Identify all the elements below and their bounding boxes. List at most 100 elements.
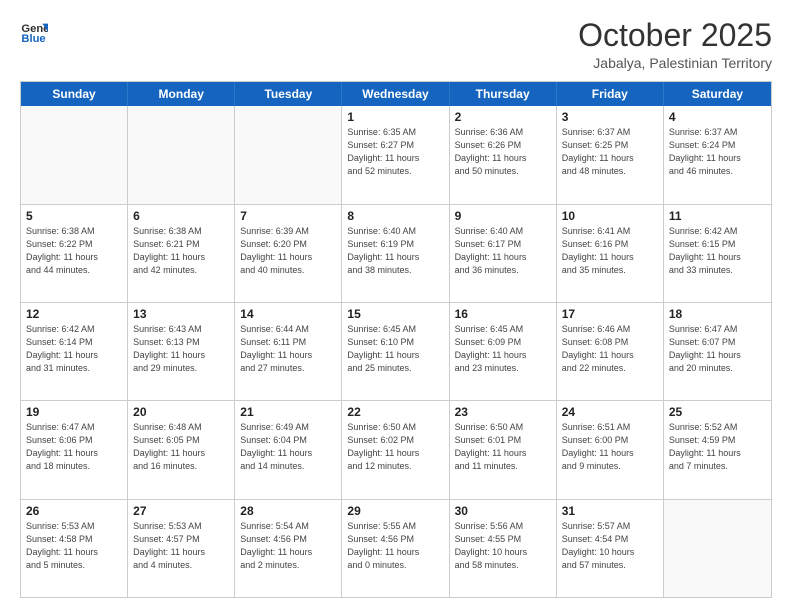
title-block: October 2025 Jabalya, Palestinian Territ… <box>578 18 772 71</box>
day-info: Sunrise: 6:51 AM Sunset: 6:00 PM Dayligh… <box>562 421 658 473</box>
day-number: 15 <box>347 307 443 321</box>
day-cell-18: 18Sunrise: 6:47 AM Sunset: 6:07 PM Dayli… <box>664 303 771 400</box>
day-number: 30 <box>455 504 551 518</box>
weekday-header-tuesday: Tuesday <box>235 82 342 106</box>
day-number: 12 <box>26 307 122 321</box>
empty-cell-4-6 <box>664 500 771 597</box>
weekday-header-monday: Monday <box>128 82 235 106</box>
day-cell-15: 15 Sunrise: 6:45 AM Sunset: 6:10 PM Dayli… <box>342 303 449 400</box>
calendar-body: 1Sunrise: 6:35 AM Sunset: 6:27 PM Daylig… <box>21 106 771 597</box>
calendar: SundayMondayTuesdayWednesdayThursdayFrid… <box>20 81 772 598</box>
day-number: 25 <box>669 405 766 419</box>
day-number: 19 <box>26 405 122 419</box>
day-info: Sunrise: 5:55 AM Sunset: 4:56 PM Dayligh… <box>347 520 443 572</box>
day-info: Sunrise: 5:52 AM Sunset: 4:59 PM Dayligh… <box>669 421 766 473</box>
day-number: 11 <box>669 209 766 223</box>
day-info: Sunrise: 6:37 AM Sunset: 6:24 PM Dayligh… <box>669 126 766 178</box>
day-number: 14 <box>240 307 336 321</box>
day-cell-30: 30 Sunrise: 5:56 AM Sunset: 4:55 PM Dayli… <box>450 500 557 597</box>
day-number: 6 <box>133 209 229 223</box>
day-number: 3 <box>562 110 658 124</box>
day-cell-21: 21 Sunrise: 6:49 AM Sunset: 6:04 PM Dayli… <box>235 401 342 498</box>
day-info: Sunrise: 6:49 AM Sunset: 6:04 PM Dayligh… <box>240 421 336 473</box>
calendar-row-3: 19 Sunrise: 6:47 AM Sunset: 6:06 PM Dayli… <box>21 401 771 499</box>
day-cell-14: 14 Sunrise: 6:44 AM Sunset: 6:11 PM Dayli… <box>235 303 342 400</box>
day-info: Sunrise: 6:39 AM Sunset: 6:20 PM Dayligh… <box>240 225 336 277</box>
day-info: Sunrise: 6:46 AM Sunset: 6:08 PM Dayligh… <box>562 323 658 375</box>
day-cell-8: 8Sunrise: 6:40 AM Sunset: 6:19 PM Daylig… <box>342 205 449 302</box>
logo: General Blue <box>20 18 48 46</box>
day-cell-28: 28 Sunrise: 5:54 AM Sunset: 4:56 PM Dayli… <box>235 500 342 597</box>
day-info: Sunrise: 6:47 AM Sunset: 6:06 PM Dayligh… <box>26 421 122 473</box>
page: General Blue October 2025 Jabalya, Pales… <box>0 0 792 612</box>
day-cell-19: 19 Sunrise: 6:47 AM Sunset: 6:06 PM Dayli… <box>21 401 128 498</box>
day-number: 7 <box>240 209 336 223</box>
day-cell-12: 12Sunrise: 6:42 AM Sunset: 6:14 PM Dayli… <box>21 303 128 400</box>
day-number: 16 <box>455 307 551 321</box>
location-subtitle: Jabalya, Palestinian Territory <box>578 55 772 71</box>
day-cell-6: 6 Sunrise: 6:38 AM Sunset: 6:21 PM Daylig… <box>128 205 235 302</box>
day-info: Sunrise: 6:38 AM Sunset: 6:21 PM Dayligh… <box>133 225 229 277</box>
day-number: 21 <box>240 405 336 419</box>
day-number: 29 <box>347 504 443 518</box>
day-number: 28 <box>240 504 336 518</box>
day-cell-9: 9 Sunrise: 6:40 AM Sunset: 6:17 PM Daylig… <box>450 205 557 302</box>
day-number: 9 <box>455 209 551 223</box>
day-cell-24: 24 Sunrise: 6:51 AM Sunset: 6:00 PM Dayli… <box>557 401 664 498</box>
weekday-header-saturday: Saturday <box>664 82 771 106</box>
day-info: Sunrise: 6:45 AM Sunset: 6:09 PM Dayligh… <box>455 323 551 375</box>
day-info: Sunrise: 6:38 AM Sunset: 6:22 PM Dayligh… <box>26 225 122 277</box>
day-info: Sunrise: 6:41 AM Sunset: 6:16 PM Dayligh… <box>562 225 658 277</box>
day-info: Sunrise: 6:47 AM Sunset: 6:07 PM Dayligh… <box>669 323 766 375</box>
day-info: Sunrise: 5:57 AM Sunset: 4:54 PM Dayligh… <box>562 520 658 572</box>
day-info: Sunrise: 6:40 AM Sunset: 6:19 PM Dayligh… <box>347 225 443 277</box>
day-cell-3: 3Sunrise: 6:37 AM Sunset: 6:25 PM Daylig… <box>557 106 664 203</box>
day-info: Sunrise: 5:53 AM Sunset: 4:58 PM Dayligh… <box>26 520 122 572</box>
day-info: Sunrise: 5:56 AM Sunset: 4:55 PM Dayligh… <box>455 520 551 572</box>
day-info: Sunrise: 6:44 AM Sunset: 6:11 PM Dayligh… <box>240 323 336 375</box>
day-number: 20 <box>133 405 229 419</box>
day-info: Sunrise: 6:45 AM Sunset: 6:10 PM Dayligh… <box>347 323 443 375</box>
calendar-row-2: 12Sunrise: 6:42 AM Sunset: 6:14 PM Dayli… <box>21 303 771 401</box>
day-number: 4 <box>669 110 766 124</box>
day-number: 27 <box>133 504 229 518</box>
day-cell-17: 17 Sunrise: 6:46 AM Sunset: 6:08 PM Dayli… <box>557 303 664 400</box>
day-cell-2: 2Sunrise: 6:36 AM Sunset: 6:26 PM Daylig… <box>450 106 557 203</box>
day-number: 17 <box>562 307 658 321</box>
empty-cell-0-2 <box>235 106 342 203</box>
month-title: October 2025 <box>578 18 772 53</box>
day-cell-20: 20 Sunrise: 6:48 AM Sunset: 6:05 PM Dayli… <box>128 401 235 498</box>
day-cell-7: 7 Sunrise: 6:39 AM Sunset: 6:20 PM Daylig… <box>235 205 342 302</box>
svg-text:Blue: Blue <box>21 33 45 45</box>
day-info: Sunrise: 6:50 AM Sunset: 6:02 PM Dayligh… <box>347 421 443 473</box>
day-number: 23 <box>455 405 551 419</box>
day-number: 26 <box>26 504 122 518</box>
day-info: Sunrise: 6:48 AM Sunset: 6:05 PM Dayligh… <box>133 421 229 473</box>
calendar-row-4: 26 Sunrise: 5:53 AM Sunset: 4:58 PM Dayli… <box>21 500 771 597</box>
day-cell-22: 22 Sunrise: 6:50 AM Sunset: 6:02 PM Dayli… <box>342 401 449 498</box>
day-cell-4: 4 Sunrise: 6:37 AM Sunset: 6:24 PM Daylig… <box>664 106 771 203</box>
day-number: 10 <box>562 209 658 223</box>
day-number: 22 <box>347 405 443 419</box>
day-info: Sunrise: 6:50 AM Sunset: 6:01 PM Dayligh… <box>455 421 551 473</box>
day-info: Sunrise: 6:43 AM Sunset: 6:13 PM Dayligh… <box>133 323 229 375</box>
day-cell-23: 23 Sunrise: 6:50 AM Sunset: 6:01 PM Dayli… <box>450 401 557 498</box>
weekday-header-thursday: Thursday <box>450 82 557 106</box>
header: General Blue October 2025 Jabalya, Pales… <box>20 18 772 71</box>
day-cell-10: 10 Sunrise: 6:41 AM Sunset: 6:16 PM Dayli… <box>557 205 664 302</box>
day-number: 2 <box>455 110 551 124</box>
day-cell-11: 11 Sunrise: 6:42 AM Sunset: 6:15 PM Dayli… <box>664 205 771 302</box>
day-info: Sunrise: 6:40 AM Sunset: 6:17 PM Dayligh… <box>455 225 551 277</box>
day-cell-16: 16 Sunrise: 6:45 AM Sunset: 6:09 PM Dayli… <box>450 303 557 400</box>
weekday-header-wednesday: Wednesday <box>342 82 449 106</box>
day-info: Sunrise: 5:54 AM Sunset: 4:56 PM Dayligh… <box>240 520 336 572</box>
empty-cell-0-0 <box>21 106 128 203</box>
weekday-header-friday: Friday <box>557 82 664 106</box>
day-info: Sunrise: 6:42 AM Sunset: 6:15 PM Dayligh… <box>669 225 766 277</box>
day-cell-1: 1Sunrise: 6:35 AM Sunset: 6:27 PM Daylig… <box>342 106 449 203</box>
calendar-row-0: 1Sunrise: 6:35 AM Sunset: 6:27 PM Daylig… <box>21 106 771 204</box>
day-cell-26: 26 Sunrise: 5:53 AM Sunset: 4:58 PM Dayli… <box>21 500 128 597</box>
day-info: Sunrise: 6:35 AM Sunset: 6:27 PM Dayligh… <box>347 126 443 178</box>
day-number: 24 <box>562 405 658 419</box>
day-cell-25: 25 Sunrise: 5:52 AM Sunset: 4:59 PM Dayli… <box>664 401 771 498</box>
